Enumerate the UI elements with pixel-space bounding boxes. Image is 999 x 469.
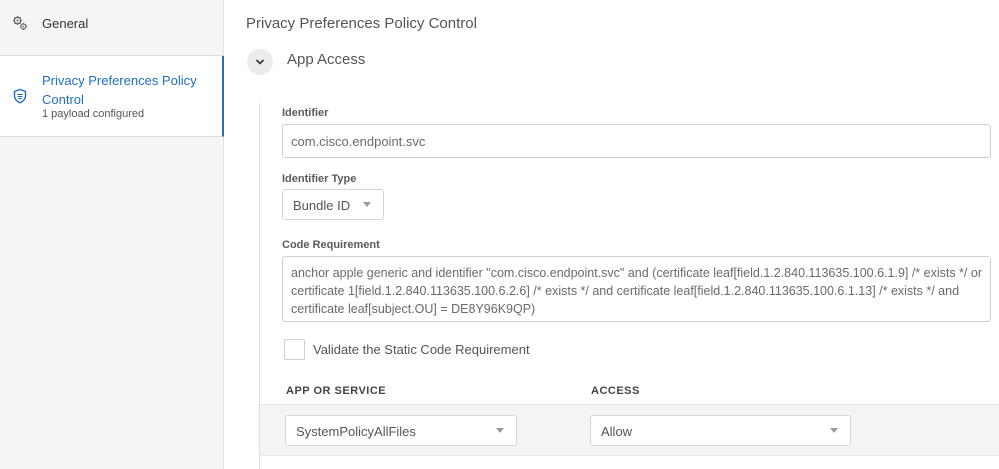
chevron-down-icon bbox=[255, 59, 265, 65]
sidebar-item-label: Privacy Preferences Policy Control bbox=[42, 73, 197, 107]
access-value: Allow bbox=[601, 424, 633, 439]
code-requirement-label: Code Requirement bbox=[282, 239, 380, 251]
identifier-type-select[interactable]: Bundle ID bbox=[282, 189, 384, 220]
identifier-label: Identifier bbox=[282, 107, 329, 119]
sidebar-item-privacy-preferences[interactable]: Privacy Preferences Policy Control 1 pay… bbox=[0, 56, 224, 137]
caret-down-icon bbox=[830, 428, 838, 433]
collapse-section-button[interactable] bbox=[247, 49, 273, 75]
validate-checkbox-label: Validate the Static Code Requirement bbox=[313, 342, 530, 357]
main-panel: Privacy Preferences Policy Control App A… bbox=[225, 0, 999, 469]
access-select[interactable]: Allow bbox=[590, 415, 851, 446]
column-header-access: ACCESS bbox=[591, 385, 640, 397]
page-title: Privacy Preferences Policy Control bbox=[246, 15, 477, 32]
app-or-service-select[interactable]: SystemPolicyAllFiles bbox=[285, 415, 517, 446]
validate-checkbox[interactable] bbox=[284, 339, 305, 360]
sidebar-item-label: General bbox=[42, 16, 89, 31]
caret-down-icon bbox=[496, 428, 504, 433]
sidebar-item-general[interactable]: General bbox=[0, 0, 224, 56]
shield-icon bbox=[12, 88, 28, 104]
identifier-type-value: Bundle ID bbox=[293, 198, 351, 213]
table-row: SystemPolicyAllFiles Allow bbox=[260, 404, 999, 456]
app-or-service-value: SystemPolicyAllFiles bbox=[296, 424, 416, 439]
identifier-input[interactable] bbox=[282, 124, 991, 158]
caret-down-icon bbox=[363, 202, 371, 207]
payload-count: 1 payload configured bbox=[42, 108, 145, 120]
section-title: App Access bbox=[287, 51, 366, 68]
sidebar: General Privacy Preferences Policy Contr… bbox=[0, 0, 224, 469]
code-requirement-input[interactable]: anchor apple generic and identifier "com… bbox=[282, 256, 991, 322]
identifier-type-label: Identifier Type bbox=[282, 173, 357, 185]
column-header-app-or-service: APP OR SERVICE bbox=[286, 385, 387, 397]
gears-icon bbox=[12, 15, 28, 31]
